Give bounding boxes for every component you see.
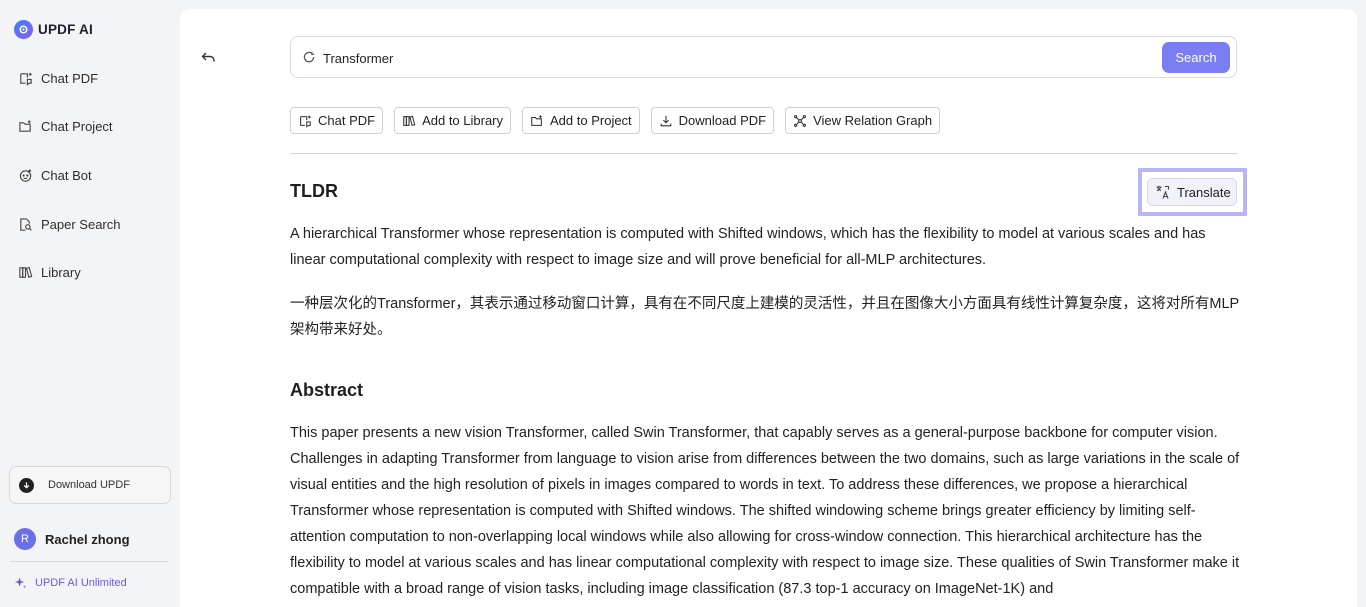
avatar: R (14, 528, 36, 550)
sparkle-icon (14, 577, 27, 589)
sidebar-item-label: Library (41, 265, 81, 281)
download-icon (660, 115, 672, 126)
sidebar-nav: Chat PDF Chat Project Chat Bot Paper Sea… (18, 66, 121, 309)
add-to-library-button[interactable]: Add to Library (394, 107, 512, 134)
button-label: Add to Project (550, 113, 632, 128)
abstract-heading: Abstract (290, 380, 364, 400)
updf-logo-icon (14, 20, 33, 39)
download-updf-label: Download UPDF (48, 479, 130, 491)
sidebar-item-label: Chat Bot (41, 167, 92, 183)
action-toolbar: Chat PDF Add to Library Add to Project D… (290, 107, 941, 134)
main-panel: Search Chat PDF Add to Library Add to Pr… (180, 9, 1357, 607)
chat-bot-icon (19, 169, 32, 182)
tldr-text: A hierarchical Transformer whose represe… (290, 226, 1206, 268)
sidebar-item-library[interactable]: Library (18, 261, 121, 285)
search-icon (303, 51, 315, 63)
chat-pdf-icon (20, 72, 32, 86)
divider (10, 561, 168, 562)
search-bar: Search (290, 36, 1237, 78)
download-updf-button[interactable]: Download UPDF (9, 466, 171, 504)
tldr-translation: 一种层次化的Transformer，其表示通过移动窗口计算，具有在不同尺度上建模… (290, 296, 1240, 338)
graph-icon (794, 114, 807, 127)
download-icon (19, 477, 34, 493)
plan-link[interactable]: UPDF AI Unlimited (14, 576, 127, 589)
translate-icon (1156, 185, 1170, 199)
plan-label: UPDF AI Unlimited (35, 576, 127, 589)
folder-icon (531, 114, 542, 126)
download-pdf-button[interactable]: Download PDF (650, 107, 775, 134)
sidebar: UPDF AI Chat PDF Chat Project Chat Bot P… (0, 0, 180, 607)
back-arrow-icon[interactable] (200, 49, 216, 65)
search-input[interactable] (323, 47, 1143, 69)
button-label: Add to Library (422, 113, 504, 128)
paper-search-icon (20, 217, 32, 231)
translate-label: Translate (1177, 184, 1231, 200)
chat-pdf-icon (300, 115, 311, 128)
button-label: Download PDF (678, 113, 767, 128)
chat-pdf-button[interactable]: Chat PDF (290, 107, 384, 134)
library-icon (19, 267, 33, 279)
sidebar-item-chat-project[interactable]: Chat Project (18, 115, 121, 139)
user-profile[interactable]: R Rachel zhong (14, 528, 130, 550)
user-name: Rachel zhong (45, 531, 130, 547)
sidebar-item-label: Chat Project (41, 119, 113, 135)
add-to-project-button[interactable]: Add to Project (522, 107, 640, 134)
translate-highlight: Translate (1138, 168, 1247, 216)
tldr-heading: TLDR (290, 181, 338, 201)
translate-button[interactable]: Translate (1147, 178, 1237, 206)
search-button[interactable]: Search (1162, 42, 1230, 73)
brand-name: UPDF AI (38, 22, 93, 37)
sidebar-item-label: Paper Search (41, 216, 121, 232)
library-icon (403, 115, 416, 126)
sidebar-item-paper-search[interactable]: Paper Search (18, 212, 121, 236)
button-label: Chat PDF (318, 113, 376, 128)
abstract-text: This paper presents a new vision Transfo… (290, 425, 1240, 597)
sidebar-item-chat-pdf[interactable]: Chat PDF (18, 66, 121, 90)
sidebar-item-label: Chat PDF (41, 70, 99, 86)
button-label: View Relation Graph (813, 113, 933, 128)
chat-project-icon (19, 120, 31, 132)
divider (290, 153, 1237, 154)
brand[interactable]: UPDF AI (14, 20, 93, 39)
sidebar-item-chat-bot[interactable]: Chat Bot (18, 163, 121, 187)
view-relation-graph-button[interactable]: View Relation Graph (785, 107, 941, 134)
